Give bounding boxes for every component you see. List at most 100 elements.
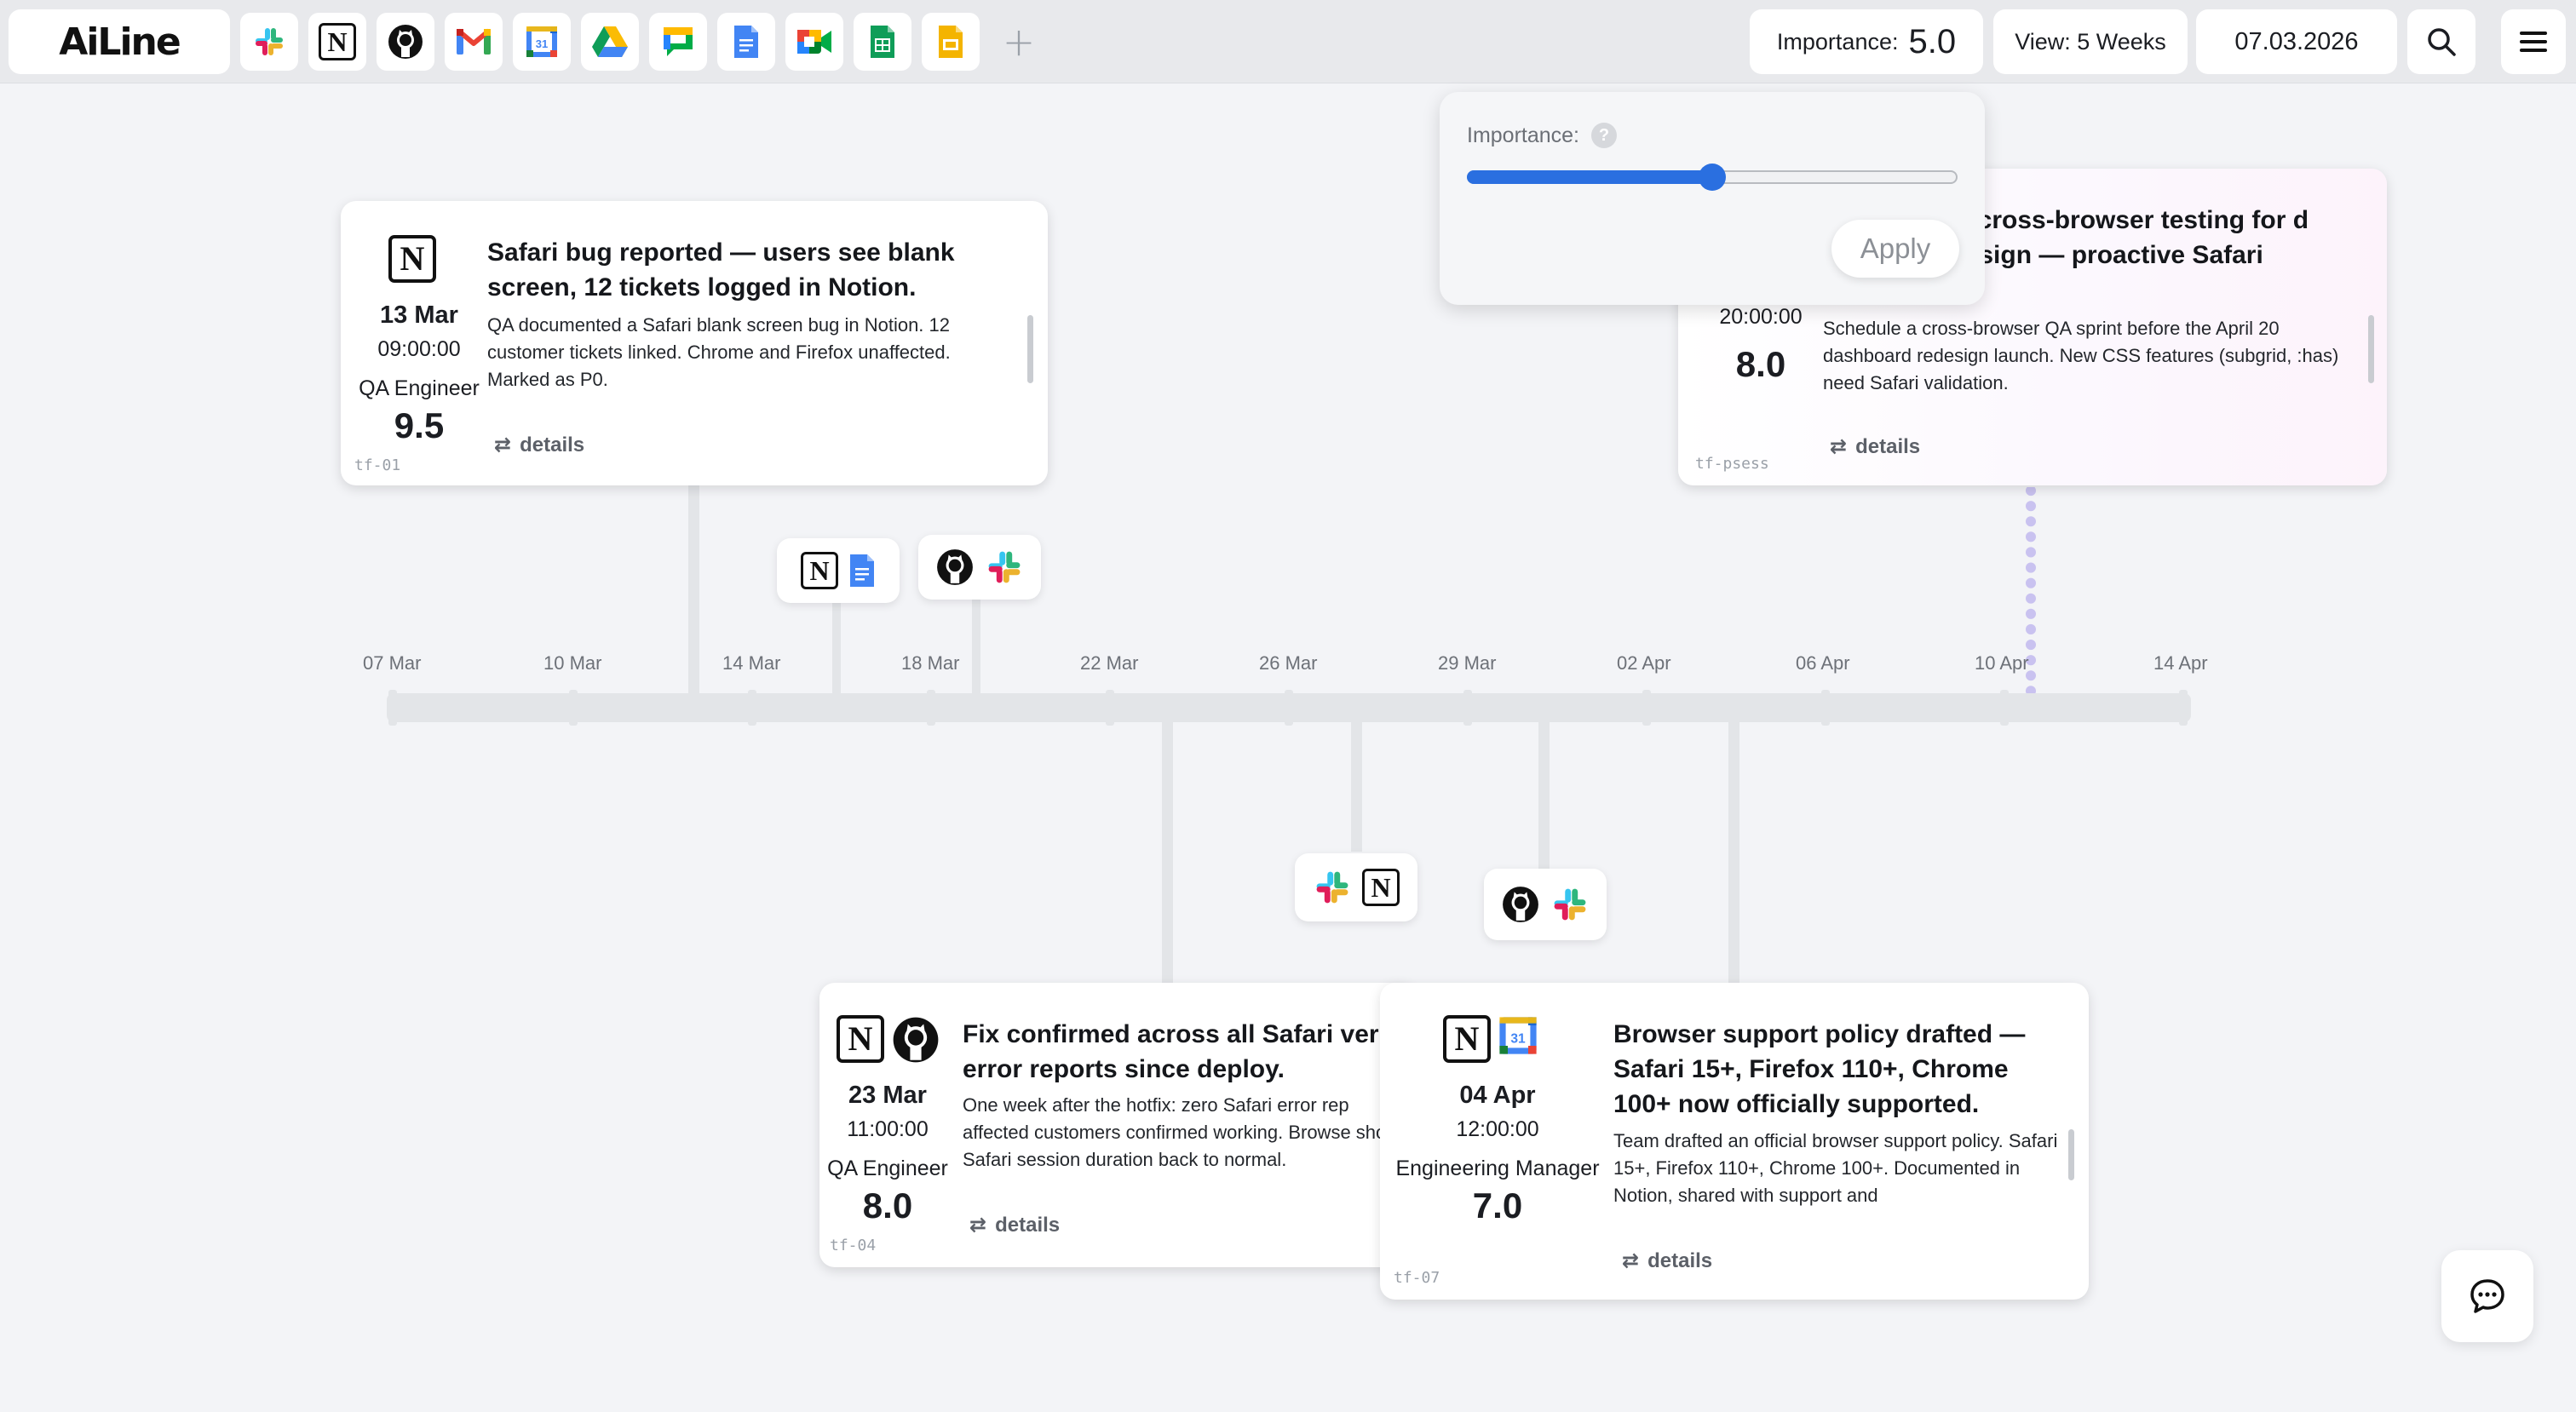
details-label: details	[1647, 1248, 1713, 1272]
connector-line	[688, 485, 699, 698]
github-app-button[interactable]	[377, 13, 434, 71]
slack-app-button[interactable]	[240, 13, 298, 71]
google-drive-app-button[interactable]	[581, 13, 639, 71]
importance-slider-thumb[interactable]	[1699, 164, 1726, 191]
view-selector[interactable]: View: 5 Weeks	[1993, 9, 2188, 74]
github-icon	[893, 1017, 939, 1063]
event-role: QA Engineer	[827, 1157, 948, 1180]
event-card[interactable]: N 31 04 Apr 12:00:00 Engineering Manager…	[1380, 983, 2089, 1300]
google-chat-icon	[664, 27, 693, 56]
slack-icon	[1316, 871, 1348, 904]
google-drive-icon	[592, 26, 628, 57]
svg-text:31: 31	[1510, 1031, 1526, 1046]
google-calendar-app-button[interactable]: 31	[513, 13, 571, 71]
event-title: Browser support policy drafted — Safari …	[1613, 1020, 2026, 1118]
event-id: tf-01	[354, 456, 401, 474]
event-score: 8.0	[1735, 344, 1786, 384]
details-link[interactable]: ⇄ details	[1622, 1248, 1712, 1273]
tick-mark	[2179, 690, 2188, 726]
tick-mark	[1821, 690, 1830, 726]
apply-button[interactable]: Apply	[1831, 220, 1959, 278]
google-slides-icon	[939, 26, 963, 58]
event-cluster[interactable]	[918, 535, 1041, 600]
notion-icon: N	[801, 552, 838, 589]
event-id: tf-04	[830, 1237, 877, 1254]
slack-icon	[256, 28, 283, 55]
tick-mark	[748, 690, 756, 726]
importance-control[interactable]: Importance: 5.0	[1750, 9, 1983, 74]
event-title: Fix confirmed across all Safari ver erro…	[963, 1020, 1379, 1083]
notion-app-button[interactable]: N	[308, 13, 366, 71]
event-role: Engineering Manager	[1395, 1157, 1600, 1180]
swap-icon: ⇄	[1622, 1249, 1640, 1272]
event-cluster[interactable]: N	[777, 538, 900, 603]
menu-button[interactable]	[2501, 9, 2566, 74]
connector-line	[832, 596, 841, 698]
event-role: QA Engineer	[359, 376, 480, 400]
google-sheets-app-button[interactable]	[854, 13, 911, 71]
event-description: Schedule a cross-browser QA sprint befor…	[1823, 318, 2339, 393]
tick-label: 29 Mar	[1438, 652, 1497, 674]
event-time: 12:00:00	[1456, 1117, 1539, 1141]
google-calendar-icon: 31	[1499, 1017, 1537, 1054]
tick-label: 22 Mar	[1080, 652, 1139, 674]
event-score: 7.0	[1472, 1185, 1523, 1225]
hamburger-menu-icon	[2520, 32, 2547, 52]
github-icon	[388, 25, 423, 59]
chat-button[interactable]	[2441, 1250, 2533, 1342]
help-icon[interactable]: ?	[1591, 123, 1618, 148]
event-card[interactable]: N 13 Mar 09:00:00 QA Engineer 9.5 tf-01 …	[341, 201, 1048, 485]
github-icon	[937, 549, 973, 585]
tick-mark	[1642, 690, 1651, 726]
event-description: QA documented a Safari blank screen bug …	[487, 314, 951, 390]
details-link[interactable]: ⇄ details	[494, 433, 584, 457]
tick-label: 26 Mar	[1259, 652, 1318, 674]
tick-label: 14 Mar	[722, 652, 781, 674]
tick-mark	[388, 690, 397, 726]
gmail-app-button[interactable]	[445, 13, 503, 71]
connector-line	[1162, 715, 1173, 986]
search-button[interactable]	[2407, 9, 2475, 74]
app-logo[interactable]: AiLine	[9, 9, 230, 74]
connector-line	[1351, 715, 1362, 852]
google-chat-app-button[interactable]	[649, 13, 707, 71]
tick-mark	[1106, 690, 1114, 726]
event-card[interactable]: N 23 Mar 11:00:00 QA Engineer 8.0 tf-04 …	[819, 983, 1416, 1267]
google-meet-app-button[interactable]	[785, 13, 843, 71]
date-picker[interactable]: 07.03.2026	[2196, 9, 2397, 74]
swap-icon: ⇄	[1830, 435, 1848, 458]
tick-label: 10 Apr	[1975, 652, 2029, 674]
notion-icon: N	[388, 235, 436, 283]
event-score: 8.0	[862, 1185, 913, 1225]
google-slides-app-button[interactable]	[922, 13, 980, 71]
importance-popover: Importance: ? Apply	[1440, 92, 1985, 305]
google-docs-icon	[850, 554, 874, 587]
details-link[interactable]: ⇄ details	[1830, 434, 1920, 459]
event-cluster[interactable]: N	[1295, 853, 1417, 921]
notion-icon: N	[1362, 869, 1400, 906]
importance-slider-fill	[1467, 170, 1712, 184]
details-link[interactable]: ⇄ details	[969, 1213, 1060, 1237]
event-time: 20:00:00	[1719, 305, 1803, 329]
event-id: tf-07	[1394, 1269, 1440, 1287]
google-docs-app-button[interactable]	[717, 13, 775, 71]
tick-label: 10 Mar	[543, 652, 602, 674]
tick-mark	[569, 690, 578, 726]
add-app-button[interactable]: +	[990, 13, 1048, 71]
scrollbar[interactable]	[2068, 1129, 2074, 1180]
details-label: details	[520, 433, 585, 456]
slack-icon	[1554, 888, 1586, 921]
svg-text:31: 31	[536, 37, 548, 50]
tick-label: 14 Apr	[2153, 652, 2208, 674]
event-title: and cross-browser testing for d redesign…	[1925, 206, 2309, 269]
google-docs-icon	[734, 26, 758, 58]
notion-icon: N	[837, 1015, 884, 1063]
github-icon	[1503, 887, 1538, 922]
tick-label: 07 Mar	[363, 652, 422, 674]
scrollbar[interactable]	[1027, 315, 1033, 383]
details-label: details	[995, 1213, 1061, 1237]
google-sheets-icon	[871, 26, 894, 58]
event-time: 11:00:00	[847, 1117, 929, 1141]
event-cluster[interactable]	[1484, 869, 1607, 940]
scrollbar[interactable]	[2368, 315, 2374, 383]
